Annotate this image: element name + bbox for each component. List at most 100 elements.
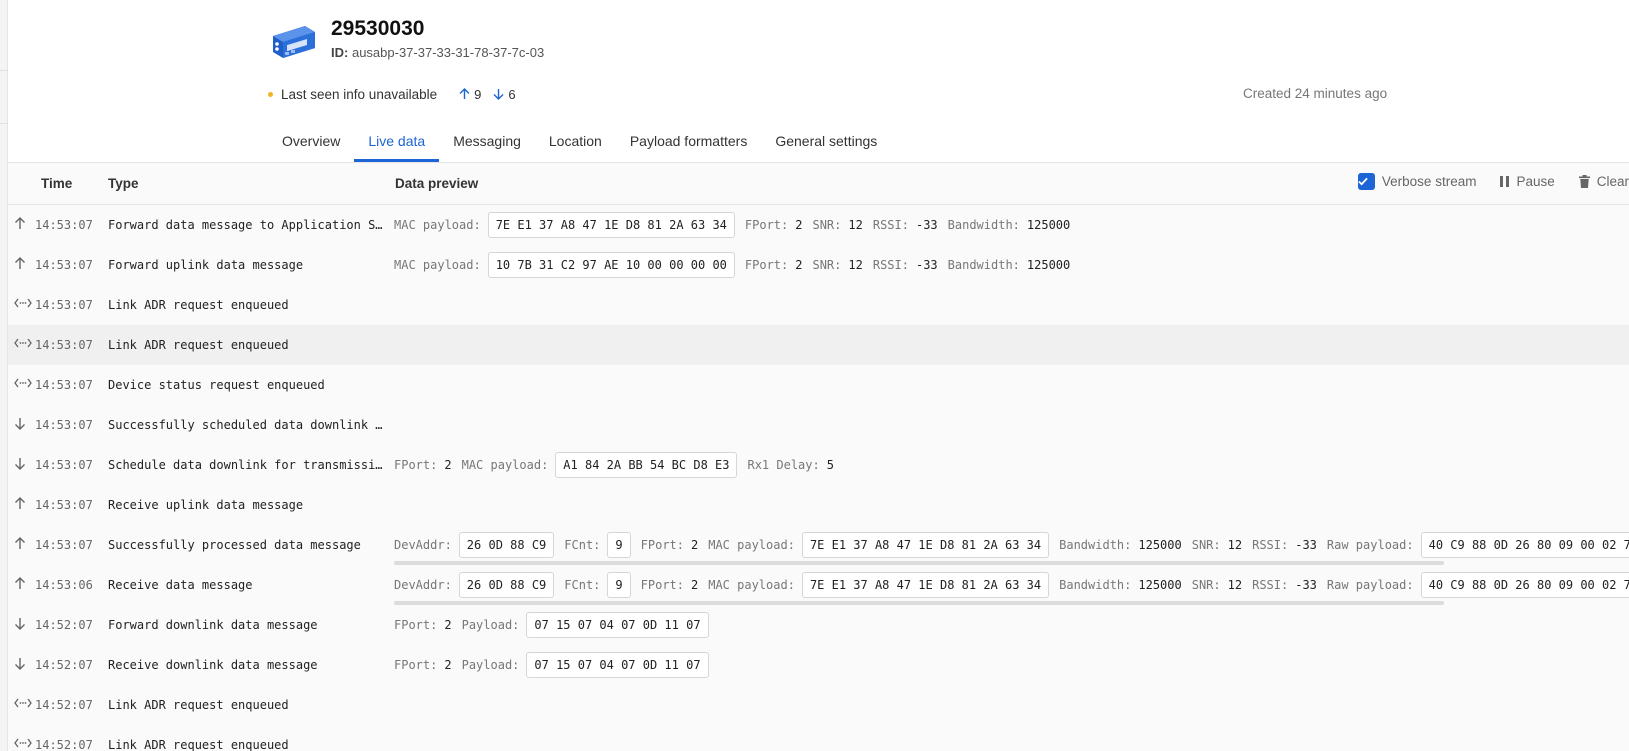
field-value: 2 [691, 578, 699, 592]
event-time: 14:53:07 [35, 538, 93, 552]
event-time: 14:53:07 [35, 338, 93, 352]
field-label: FPort: [744, 258, 789, 272]
field-label: SNR: [1191, 538, 1221, 552]
field-label: MAC payload: [708, 578, 795, 592]
table-row[interactable]: 14:53:07 Link ADR request enqueued [8, 285, 1629, 325]
event-time: 14:52:07 [35, 618, 93, 632]
downlink-count-value: 6 [508, 86, 516, 102]
left-sidebar-edge [0, 0, 8, 751]
table-row[interactable]: 14:52:07 Link ADR request enqueued [8, 725, 1629, 751]
column-header-time: Time [41, 176, 73, 191]
tab-overview[interactable]: Overview [268, 120, 354, 162]
table-row[interactable]: 14:52:07 Forward downlink data message FPo… [8, 605, 1629, 645]
field-label: FPort: [394, 458, 438, 472]
event-time: 14:53:07 [35, 218, 93, 232]
table-row[interactable]: 14:52:07 Link ADR request enqueued [8, 685, 1629, 725]
table-row[interactable]: 14:53:06 Receive data message DevAddr: 26 0… [8, 565, 1629, 605]
field-value: 2 [795, 258, 803, 272]
down-arrow-icon [14, 457, 32, 473]
field-value: 12 [848, 218, 863, 232]
verbose-stream-label: Verbose stream [1381, 174, 1477, 189]
field-label: Payload: [461, 618, 520, 632]
field-label: Bandwidth: [947, 218, 1020, 232]
device-name: 29530030 [331, 17, 425, 40]
clear-label: Clear [1596, 174, 1629, 189]
field-value-box[interactable]: 7E E1 37 A8 47 1E D8 81 2A 63 34 [487, 212, 735, 238]
table-row[interactable]: 14:53:07 Schedule data downlink for trans… [8, 445, 1629, 485]
event-data-preview: MAC payload: 10 7B 31 C2 97 AE 10 00 00 0… [394, 251, 1080, 279]
field-value-box[interactable]: A1 84 2A BB 54 BC D8 E3 [555, 452, 738, 478]
up-arrow-icon [14, 257, 32, 273]
field-value-box[interactable]: 7E E1 37 A8 47 1E D8 81 2A 63 34 [801, 572, 1050, 598]
up-arrow-icon [14, 537, 32, 553]
up-arrow-icon [14, 577, 32, 593]
table-row[interactable]: 14:53:07 Receive uplink data message [8, 485, 1629, 525]
event-type: Forward uplink data message [108, 258, 304, 272]
table-row[interactable]: 14:53:07 Successfully processed data mess… [8, 525, 1629, 565]
clear-button[interactable]: Clear [1578, 174, 1629, 189]
tab-live-data[interactable]: Live data [354, 120, 440, 162]
table-row[interactable]: 14:53:07 Successfully scheduled data down… [8, 405, 1629, 445]
table-row[interactable]: 14:52:07 Receive downlink data message FPo… [8, 645, 1629, 685]
field-label: Raw payload: [1326, 538, 1414, 552]
field-label: MAC payload: [394, 258, 481, 272]
pause-button[interactable]: Pause [1500, 174, 1555, 189]
event-type: Link ADR request enqueued [108, 298, 289, 312]
field-value: -33 [1295, 538, 1317, 552]
field-value: 12 [848, 258, 863, 272]
down-arrow-icon [14, 617, 32, 633]
field-label: RSSI: [872, 218, 909, 232]
event-type: Schedule data downlink for transmissi… [108, 458, 383, 472]
field-value-box[interactable]: 07 15 07 04 07 0D 11 07 [526, 652, 709, 678]
verbose-stream-toggle[interactable]: Verbose stream [1357, 173, 1477, 190]
event-type: Successfully processed data message [108, 538, 361, 552]
table-row[interactable]: 14:53:07 Forward uplink data message MAC p… [8, 245, 1629, 285]
field-value: 2 [795, 218, 803, 232]
up-arrow-icon [14, 497, 32, 513]
field-value-box[interactable]: 9 [607, 532, 631, 558]
up-arrow-icon [14, 217, 32, 233]
link-icon [14, 737, 32, 751]
event-type: Link ADR request enqueued [108, 338, 289, 352]
uplink-count-value: 9 [474, 86, 482, 102]
event-time: 14:52:07 [35, 738, 93, 751]
field-label: RSSI: [1252, 578, 1289, 592]
trash-icon [1578, 175, 1590, 188]
table-row[interactable]: 14:53:07 Device status request enqueued [8, 365, 1629, 405]
table-row[interactable]: 14:53:07 Link ADR request enqueued [8, 325, 1629, 365]
checkbox-checked-icon[interactable] [1357, 173, 1375, 190]
event-data-preview: FPort: 2 Payload: 07 15 07 04 07 0D 11 07 [394, 611, 719, 639]
status-dot-icon [268, 91, 273, 97]
event-time: 14:53:07 [35, 378, 93, 392]
tab-payload-formatters[interactable]: Payload formatters [616, 120, 762, 162]
tab-general-settings[interactable]: General settings [761, 120, 891, 162]
event-time: 14:53:07 [35, 418, 93, 432]
tab-location[interactable]: Location [535, 120, 616, 162]
tab-messaging[interactable]: Messaging [439, 120, 535, 162]
field-value-box[interactable]: 26 0D 88 C9 [458, 572, 555, 598]
field-label: FCnt: [564, 538, 601, 552]
field-label: Bandwidth: [1059, 578, 1132, 592]
created-timestamp: Created 24 minutes ago [1243, 86, 1388, 101]
sidebar-divider [0, 123, 8, 124]
field-value: 12 [1227, 538, 1243, 552]
field-label: Bandwidth: [947, 258, 1020, 272]
field-value-box[interactable]: 10 7B 31 C2 97 AE 10 00 00 00 00 [487, 252, 735, 278]
field-label: Payload: [461, 658, 520, 672]
table-header: Time Type Data preview Verbose stream Pa… [8, 163, 1629, 205]
field-value: 125000 [1026, 258, 1071, 272]
table-row[interactable]: 14:53:07 Forward data message to Applicat… [8, 205, 1629, 245]
field-value: 5 [826, 458, 834, 472]
field-value-box[interactable]: 26 0D 88 C9 [458, 532, 555, 558]
uplink-count: 9 [459, 87, 481, 102]
field-label: SNR: [1191, 578, 1221, 592]
event-type: Forward data message to Application S… [108, 218, 383, 232]
field-value-box[interactable]: 40 C9 88 0D 26 80 09 00 02 7E E1 37 A8 4… [1420, 572, 1629, 598]
field-value-box[interactable]: 40 C9 88 0D 26 80 09 00 02 7E E1 37 A8 4… [1420, 532, 1629, 558]
field-value-box[interactable]: 9 [607, 572, 631, 598]
field-value-box[interactable]: 07 15 07 04 07 0D 11 07 [526, 612, 709, 638]
field-value-box[interactable]: 7E E1 37 A8 47 1E D8 81 2A 63 34 [801, 532, 1050, 558]
field-value: 125000 [1138, 538, 1182, 552]
pause-icon [1500, 176, 1510, 187]
field-label: FPort: [394, 618, 438, 632]
